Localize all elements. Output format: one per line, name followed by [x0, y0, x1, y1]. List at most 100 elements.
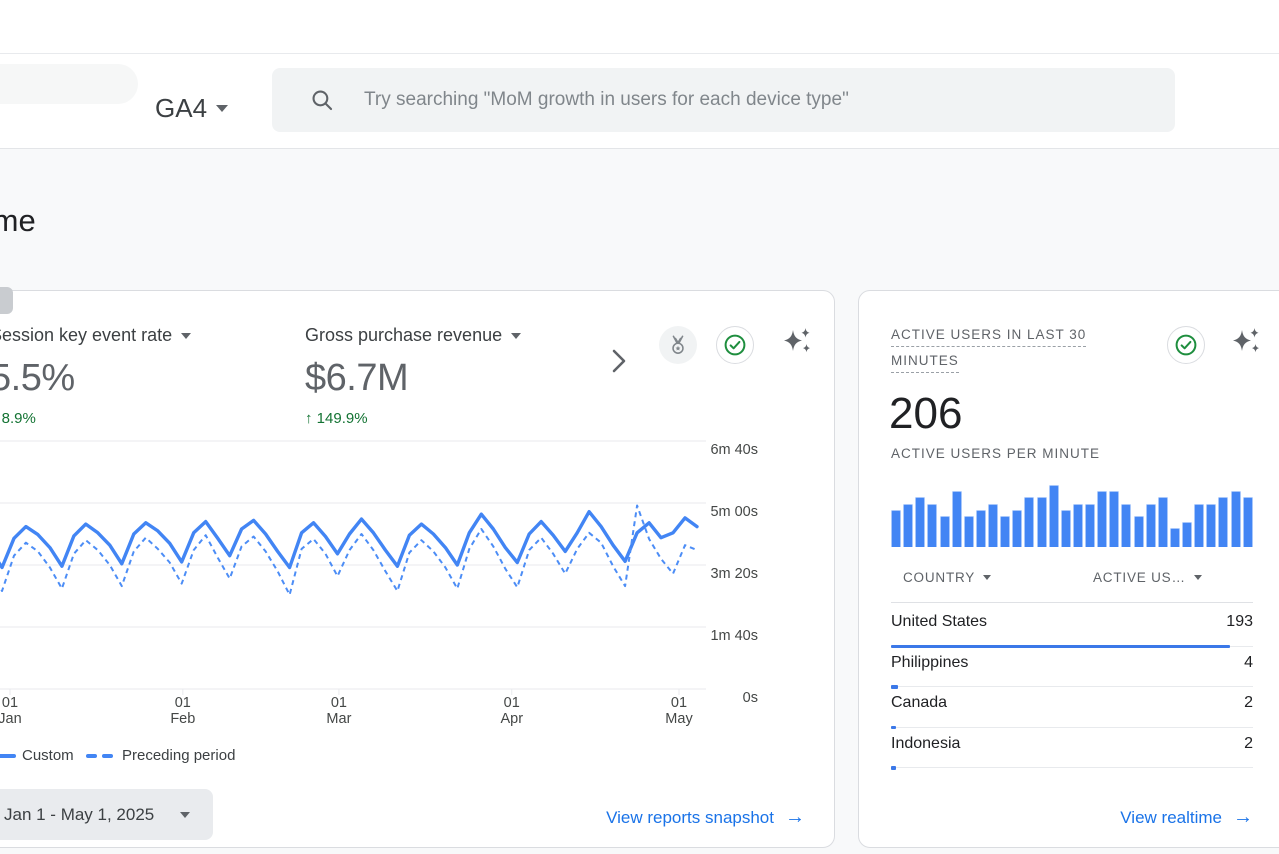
minute-bar [1242, 497, 1253, 547]
data-quality-button[interactable] [716, 326, 754, 364]
metric-value: 5.5% [0, 357, 75, 399]
property-type-selector[interactable]: GA4 [155, 93, 229, 124]
minute-bar [963, 516, 974, 547]
chevron-down-icon [180, 811, 191, 818]
country-name: Philippines [891, 653, 969, 671]
minute-bar [1157, 497, 1168, 547]
legend-swatch-custom [0, 754, 16, 758]
realtime-table-header: COUNTRY ACTIVE US… [891, 570, 1253, 590]
row-divider [891, 767, 1253, 769]
link-label: View reports snapshot [606, 807, 774, 827]
minute-bar [939, 516, 950, 547]
minute-bar [1000, 516, 1011, 547]
table-row: Philippines 4 [891, 647, 1253, 689]
active-users-column-selector[interactable]: ACTIVE US… [1093, 570, 1202, 585]
active-users-value: 2 [1244, 694, 1253, 712]
table-row: Canada 2 [891, 687, 1253, 730]
x-axis-label: 01 Jan [0, 695, 22, 727]
chevron-down-icon [216, 105, 229, 112]
country-name: Indonesia [891, 734, 961, 752]
trend-line-chart [0, 440, 706, 695]
chevron-down-icon [181, 332, 192, 339]
column-header-label: ACTIVE US… [1093, 570, 1186, 585]
link-label: View realtime [1120, 807, 1222, 827]
country-column-selector[interactable]: COUNTRY [903, 570, 992, 585]
row-value-bar [891, 766, 896, 770]
metric-gross-purchase-revenue: Gross purchase revenue $6.7M ↑ 149.9% [305, 325, 522, 427]
date-range-selector[interactable]: Jan 1 - May 1, 2025 [0, 789, 213, 840]
minute-bar [1182, 522, 1192, 547]
minute-bar [927, 504, 938, 547]
metric-delta: ↑ 149.9% [305, 410, 368, 427]
date-range-label: Jan 1 - May 1, 2025 [4, 804, 155, 824]
minute-bar [1206, 504, 1217, 547]
insights-sparkle-icon[interactable] [1231, 327, 1261, 357]
minute-bar [1133, 516, 1144, 547]
view-realtime-link[interactable]: View realtime → [1120, 806, 1253, 829]
minute-bar [1012, 510, 1023, 547]
minute-bar [951, 491, 962, 547]
minute-bar [1060, 510, 1071, 547]
minute-bar [1048, 485, 1059, 547]
x-axis-label: 01 Feb [170, 695, 196, 727]
metric-delta: ↑ 8.9% [0, 410, 36, 427]
active-users-value: 193 [1226, 613, 1253, 630]
x-axis-label: 01 May [665, 695, 693, 727]
minute-bar [1121, 504, 1132, 547]
x-axis-label: 01 Mar [326, 695, 352, 727]
metric-session-key-event-rate: Session key event rate 5.5% ↑ 8.9% [0, 325, 192, 427]
check-circle-icon [1175, 334, 1197, 356]
search-bar[interactable] [272, 68, 1175, 132]
legend-label-custom: Custom [22, 747, 74, 764]
next-metrics-button[interactable] [608, 347, 630, 375]
x-axis-label: 01 Apr [500, 695, 524, 727]
metric-selector[interactable]: Session key event rate [0, 325, 192, 346]
metric-value: $6.7M [305, 357, 409, 399]
active-users-bar-chart [891, 485, 1253, 547]
active-users-value: 2 [1244, 734, 1253, 752]
metric-label: Gross purchase revenue [305, 325, 503, 345]
active-users-count: 206 [889, 389, 963, 438]
realtime-title: ACTIVE USERS IN LAST 30 MINUTES [891, 327, 1087, 379]
y-axis-label: 5m 00s [710, 504, 758, 520]
series-line-dashed [0, 504, 698, 596]
table-row: Indonesia 2 [891, 728, 1253, 770]
cut-off-property-selector [0, 64, 138, 104]
data-quality-button[interactable] [1167, 326, 1205, 364]
page-title: Home [0, 203, 36, 238]
realtime-title-line2: MINUTES [891, 353, 959, 373]
minute-bar [1218, 497, 1229, 547]
arrow-right-icon: → [785, 806, 805, 828]
view-reports-snapshot-link[interactable]: View reports snapshot → [606, 806, 805, 829]
table-row: United States 193 [891, 606, 1253, 649]
minute-bar [1169, 528, 1180, 547]
check-circle-icon [724, 334, 746, 356]
minute-bar [903, 504, 914, 547]
active-users-per-minute-label: ACTIVE USERS PER MINUTE [891, 446, 1101, 461]
medal-icon [672, 335, 684, 354]
minute-bar [1072, 504, 1083, 547]
metric-label: Session key event rate [0, 325, 173, 345]
search-icon [312, 90, 333, 110]
table-header-divider [891, 602, 1253, 603]
metric-selector[interactable]: Gross purchase revenue [305, 325, 522, 346]
arrow-right-icon: → [1233, 806, 1253, 828]
insights-sparkle-icon[interactable] [782, 327, 812, 357]
legend-swatch-preceding [102, 754, 113, 758]
chevron-down-icon [983, 575, 992, 580]
y-axis-label: 1m 40s [710, 628, 758, 644]
column-header-label: COUNTRY [903, 570, 976, 585]
realtime-country-table: United States 193 Philippines 4 Canada 2 Indon… [891, 606, 1253, 770]
realtime-title-line1: ACTIVE USERS IN LAST 30 [891, 327, 1087, 347]
minute-bar [891, 510, 901, 547]
benchmarking-medal-button[interactable] [659, 326, 697, 364]
series-line-solid [0, 509, 699, 570]
minute-bar [1194, 504, 1205, 547]
chevron-down-icon [1193, 575, 1202, 580]
minute-bar [1036, 497, 1047, 547]
minute-bar [915, 497, 926, 547]
search-input[interactable] [362, 88, 1175, 112]
minute-bar [1085, 504, 1095, 547]
y-axis-label: 6m 40s [710, 442, 758, 458]
minute-bar [1109, 491, 1120, 547]
